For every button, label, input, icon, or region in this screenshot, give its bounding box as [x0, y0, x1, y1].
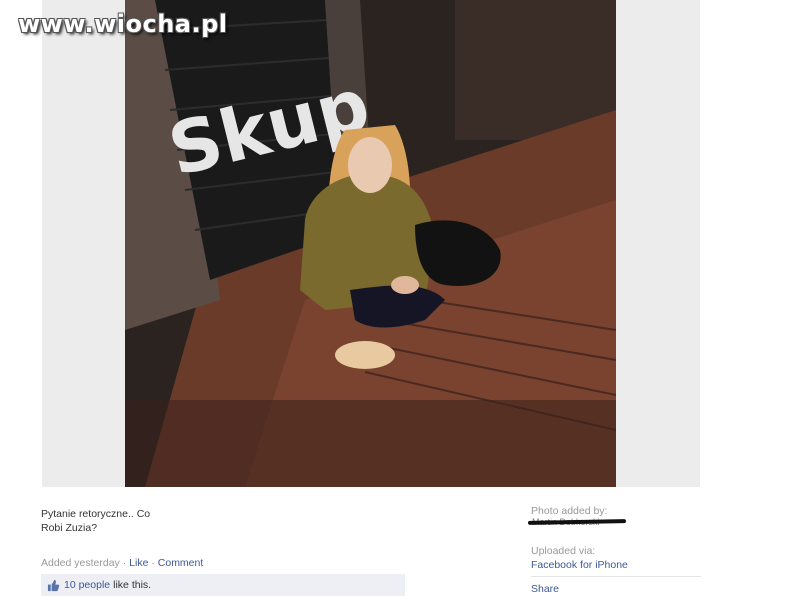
- photo[interactable]: Skup: [125, 0, 616, 487]
- caption-line-2: Robi Zuzia?: [41, 522, 98, 534]
- share-link[interactable]: Share: [531, 583, 559, 595]
- share-section: Share: [531, 576, 701, 595]
- like-link[interactable]: Like: [129, 557, 148, 569]
- likes-text: like this.: [113, 579, 152, 591]
- comment-link[interactable]: Comment: [158, 557, 204, 569]
- uploaded-via: Uploaded via: Facebook for iPhone: [531, 545, 628, 571]
- added-time: Added yesterday: [41, 557, 120, 569]
- caption-line-1: Pytanie retoryczne.. Co: [41, 508, 151, 520]
- likes-count-link[interactable]: 10 people: [64, 579, 110, 591]
- likes-bar: 10 people like this.: [41, 574, 405, 596]
- meta-line: Added yesterday · Like · Comment: [41, 557, 203, 569]
- facebook-for-iphone-link[interactable]: Facebook for iPhone: [531, 559, 628, 571]
- site-watermark: www.wiocha.pl: [18, 10, 228, 38]
- photo-scene: Skup: [125, 0, 616, 487]
- photo-caption: Pytanie retoryczne.. Co Robi Zuzia?: [41, 507, 191, 535]
- photo-added-by-label: Photo added by:: [531, 505, 608, 517]
- thumbs-up-icon: [47, 579, 60, 591]
- separator: ·: [148, 557, 158, 569]
- redaction-bar: [527, 519, 627, 525]
- photo-info-sidebar: Photo added by:: [531, 505, 701, 517]
- uploaded-via-label: Uploaded via:: [531, 545, 596, 557]
- separator: ·: [119, 557, 130, 569]
